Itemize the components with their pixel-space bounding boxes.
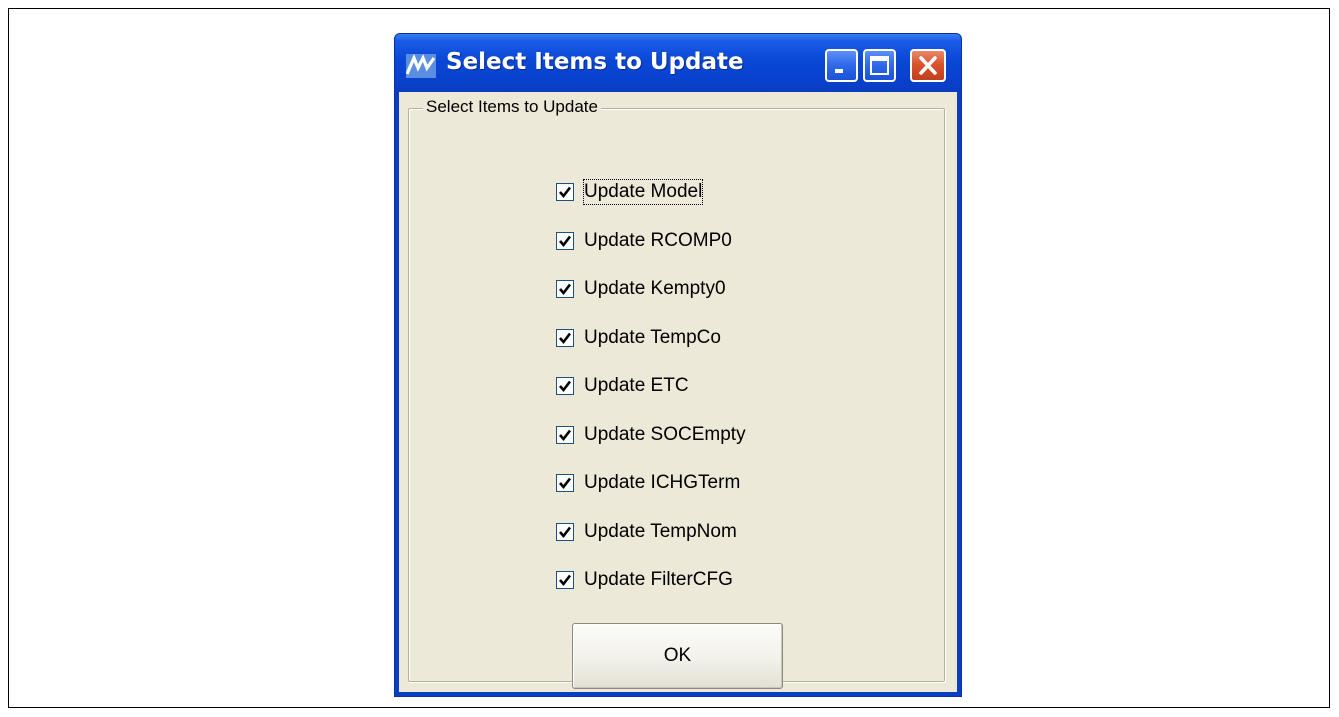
checkmark-icon <box>559 574 572 587</box>
title-bar[interactable]: Select Items to Update <box>395 34 961 92</box>
checkbox-label: Update FilterCFG <box>584 569 733 590</box>
checkbox-update-filtercfg[interactable]: Update FilterCFG <box>556 567 733 593</box>
checkbox-box[interactable] <box>556 377 574 395</box>
checkbox-label: Update Model <box>582 179 704 205</box>
checkbox-update-tempnom[interactable]: Update TempNom <box>556 519 737 545</box>
checkmark-icon <box>559 283 572 296</box>
window-title: Select Items to Update <box>446 49 744 75</box>
checkbox-box[interactable] <box>556 183 574 201</box>
checkbox-box[interactable] <box>556 232 574 250</box>
checkmark-icon <box>559 332 572 345</box>
app-logo-icon <box>406 54 436 78</box>
checkbox-box[interactable] <box>556 329 574 347</box>
checkbox-update-ichgterm[interactable]: Update ICHGTerm <box>556 470 740 496</box>
checkbox-label: Update TempNom <box>584 521 737 542</box>
close-icon <box>919 56 937 75</box>
checkbox-box[interactable] <box>556 474 574 492</box>
close-button[interactable] <box>910 49 946 82</box>
checkbox-update-socempty[interactable]: Update SOCEmpty <box>556 422 746 448</box>
checkbox-box[interactable] <box>556 571 574 589</box>
groupbox-label: Select Items to Update <box>423 96 601 118</box>
maximize-icon <box>870 56 889 75</box>
checkmark-icon <box>559 235 572 248</box>
dialog-client-area: Select Items to Update Update Model Upda… <box>399 92 957 692</box>
maximize-button[interactable] <box>863 49 896 82</box>
checkbox-update-model[interactable]: Update Model <box>556 179 704 205</box>
checkbox-update-etc[interactable]: Update ETC <box>556 373 689 399</box>
checkmark-icon <box>559 429 572 442</box>
checkmark-icon <box>559 380 572 393</box>
checkbox-label: Update Kempty0 <box>584 278 726 299</box>
checkmark-icon <box>559 186 572 199</box>
minimize-button[interactable] <box>825 49 858 82</box>
checkbox-box[interactable] <box>556 426 574 444</box>
checkbox-update-tempco[interactable]: Update TempCo <box>556 325 721 351</box>
ok-button[interactable]: OK <box>572 623 783 689</box>
checkbox-label: Update ICHGTerm <box>584 472 741 493</box>
update-items-groupbox: Select Items to Update Update Model Upda… <box>408 96 945 689</box>
minimize-icon <box>835 69 843 73</box>
dialog-window: Select Items to Update Select Items to U… <box>394 33 962 697</box>
checkbox-update-kempty0[interactable]: Update Kempty0 <box>556 276 726 302</box>
checkbox-box[interactable] <box>556 523 574 541</box>
checkbox-label: Update ETC <box>584 375 689 396</box>
checkmark-icon <box>559 526 572 539</box>
checkbox-label: Update TempCo <box>584 327 721 348</box>
checkmark-icon <box>559 477 572 490</box>
checkbox-label: Update RCOMP0 <box>584 230 732 251</box>
checkbox-label: Update SOCEmpty <box>584 424 746 445</box>
checkbox-update-rcomp0[interactable]: Update RCOMP0 <box>556 228 732 254</box>
checkbox-box[interactable] <box>556 280 574 298</box>
